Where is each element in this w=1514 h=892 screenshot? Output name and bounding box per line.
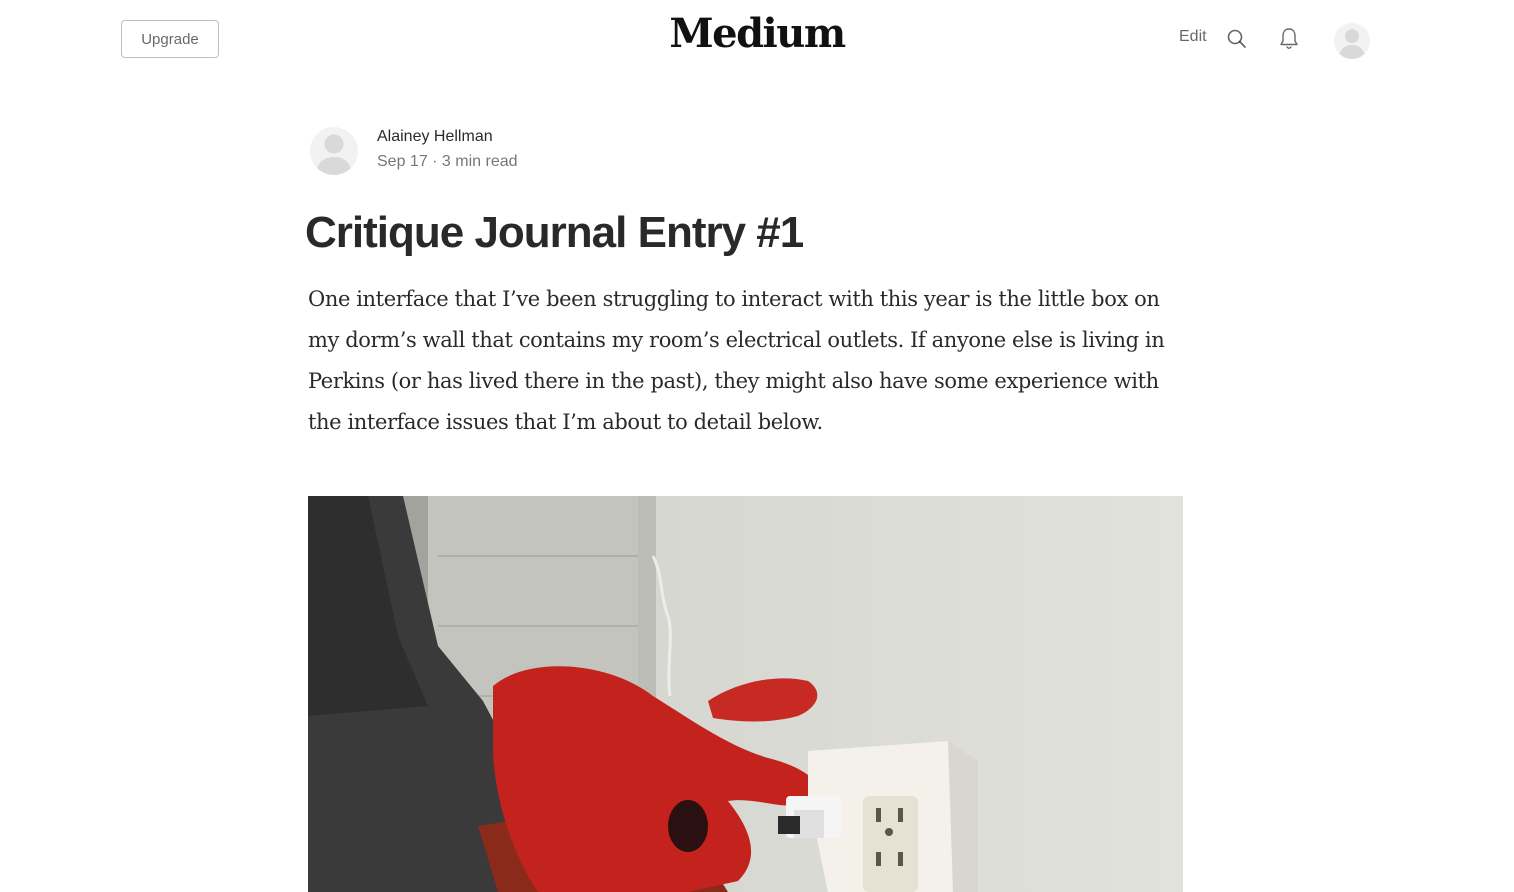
article-photo-electrical-outlet: [308, 496, 1183, 892]
user-avatar-icon[interactable]: [1334, 23, 1370, 59]
search-icon[interactable]: [1226, 28, 1248, 50]
edit-link[interactable]: Edit: [1179, 28, 1207, 46]
post-date-and-read-time: Sep 17 · 3 min read: [377, 153, 518, 170]
author-avatar-icon[interactable]: [310, 127, 358, 175]
article-title: Critique Journal Entry #1: [305, 208, 804, 257]
top-navigation-bar: Upgrade Medium Edit: [0, 0, 1514, 80]
article-paragraph: One interface that I’ve been struggling …: [308, 287, 1165, 434]
author-name-link[interactable]: Alainey Hellman: [377, 128, 493, 146]
bell-icon[interactable]: [1277, 26, 1301, 52]
medium-logo-link[interactable]: Medium: [669, 10, 846, 57]
upgrade-button[interactable]: Upgrade: [121, 20, 219, 58]
